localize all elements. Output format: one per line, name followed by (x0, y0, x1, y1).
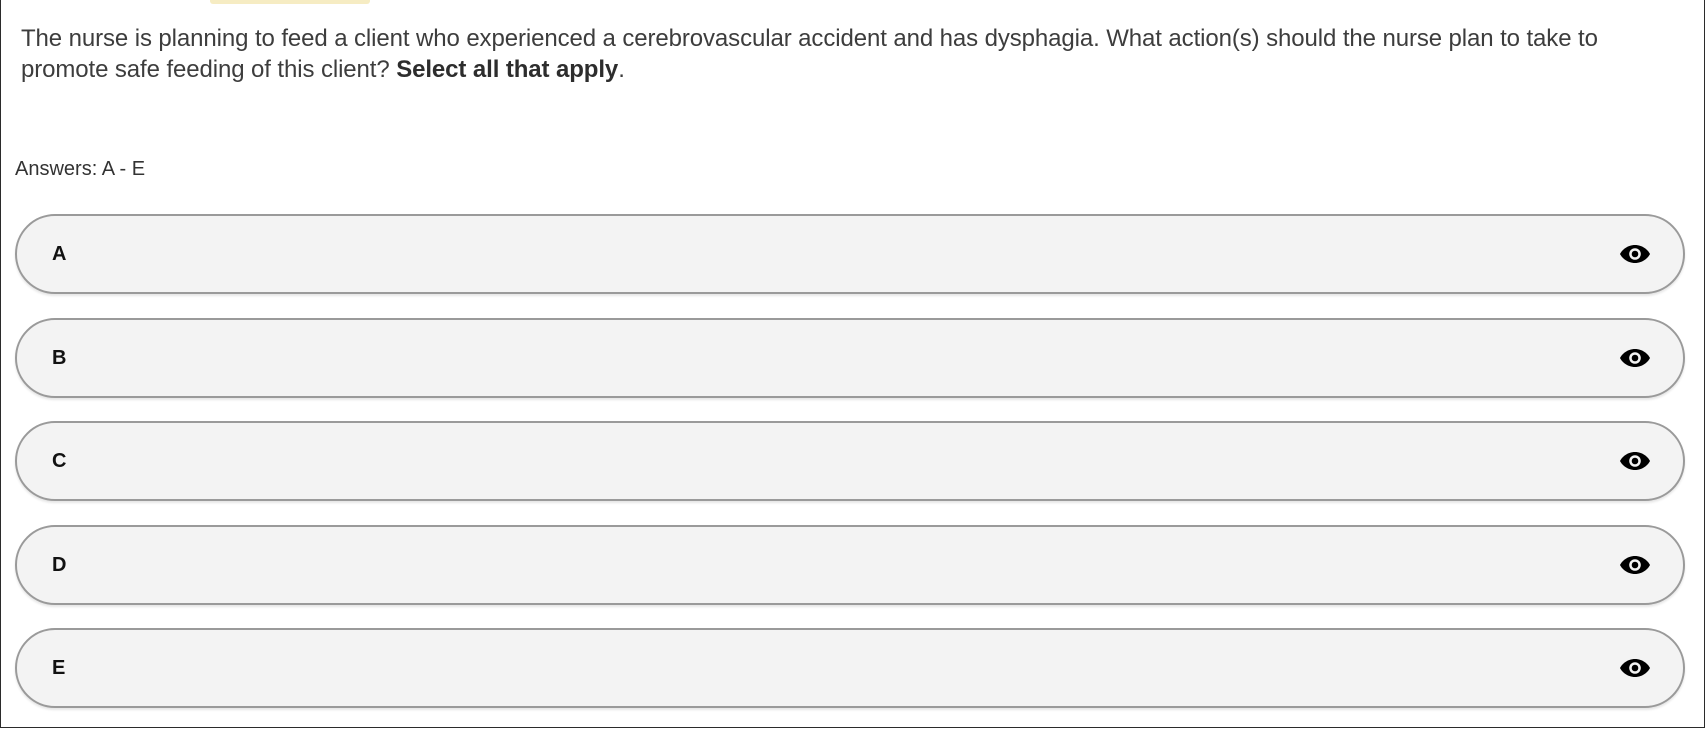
eye-icon[interactable] (1619, 447, 1651, 475)
option-b[interactable]: B (15, 317, 1685, 398)
option-letter: C (52, 450, 67, 472)
eye-icon[interactable] (1619, 344, 1651, 372)
option-e[interactable]: E (15, 628, 1685, 708)
answer-options-list: A B C D E (15, 214, 1685, 732)
option-a[interactable]: A (15, 214, 1685, 294)
question-text: The nurse is planning to feed a client w… (21, 25, 1598, 83)
eye-icon[interactable] (1619, 654, 1651, 682)
eye-icon[interactable] (1619, 240, 1651, 268)
option-c[interactable]: C (15, 421, 1685, 501)
question-instruction: Select all that apply (396, 56, 619, 83)
top-accent-bar (210, 0, 370, 4)
option-letter: B (52, 346, 67, 369)
option-d[interactable]: D (15, 524, 1685, 605)
option-letter: E (52, 657, 66, 679)
question-stem: The nurse is planning to feed a client w… (21, 23, 1681, 85)
question-trailing: . (618, 56, 625, 83)
answers-label: Answers: A - E (15, 158, 146, 180)
eye-icon[interactable] (1619, 551, 1651, 579)
option-letter: D (52, 553, 67, 576)
option-letter: A (52, 243, 67, 265)
